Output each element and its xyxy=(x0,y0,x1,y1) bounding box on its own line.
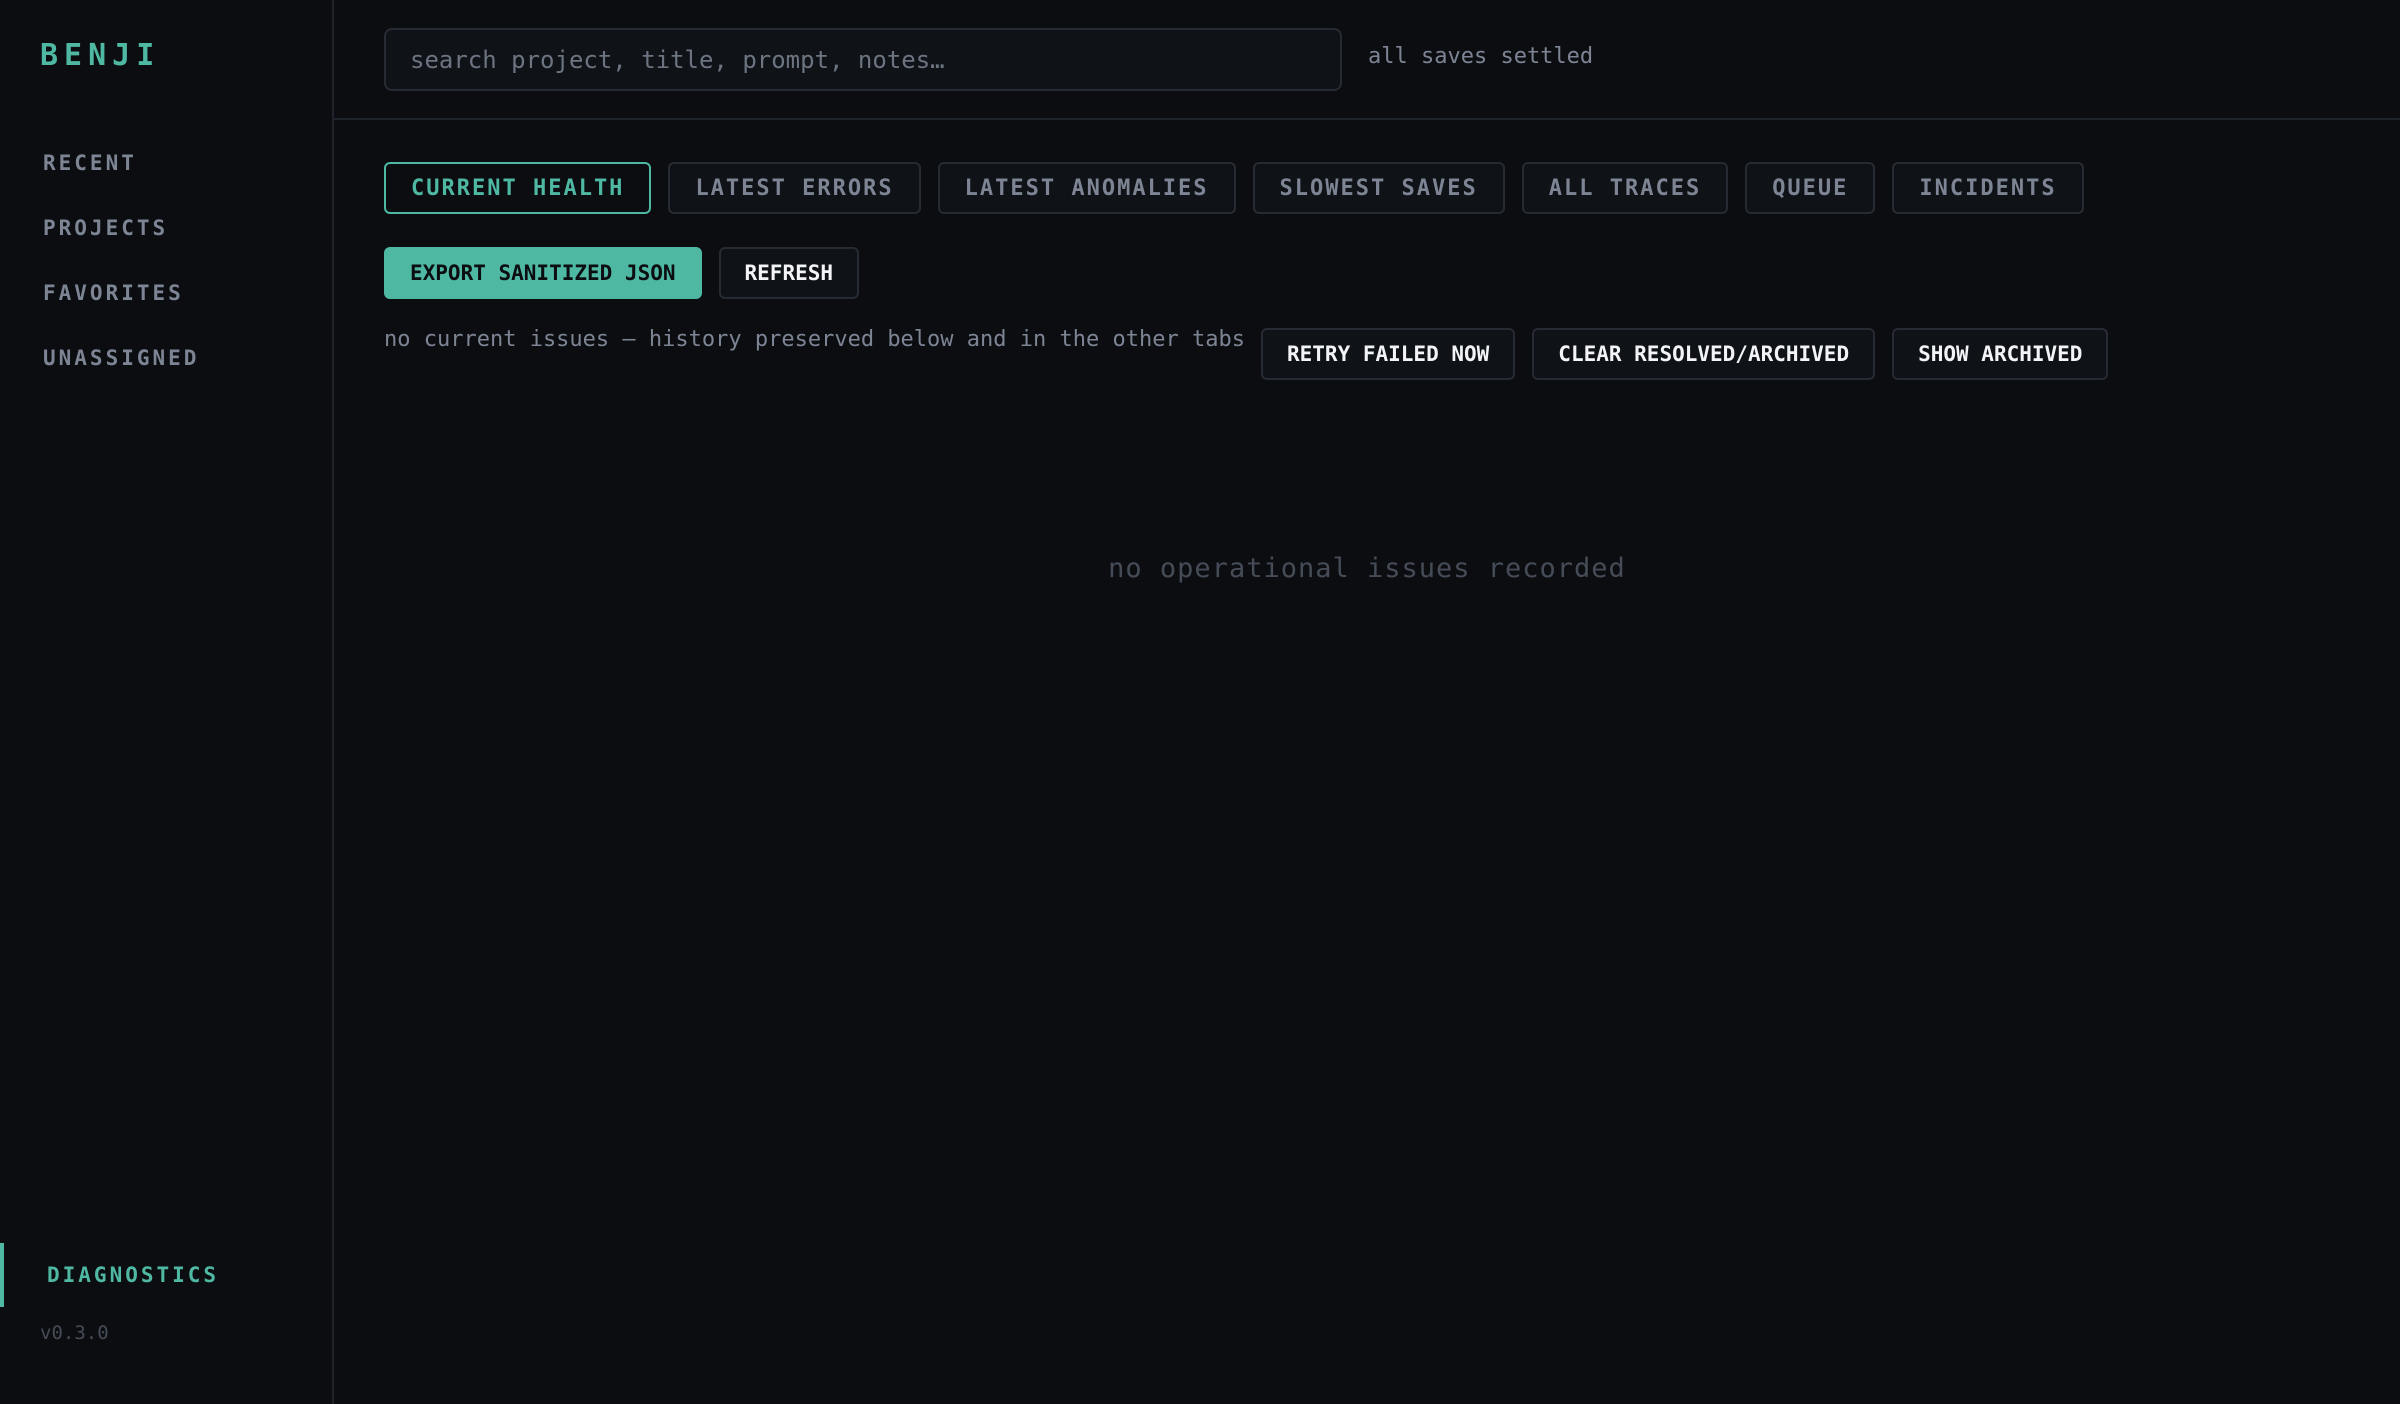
export-sanitized-json-button[interactable]: EXPORT SANITIZED JSON xyxy=(384,247,702,299)
show-archived-button[interactable]: SHOW ARCHIVED xyxy=(1892,328,2109,380)
retry-failed-button[interactable]: RETRY FAILED NOW xyxy=(1261,328,1516,380)
tab-queue[interactable]: QUEUE xyxy=(1745,162,1876,214)
sidebar: BENJI RECENT PROJECTS FAVORITES UNASSIGN… xyxy=(0,0,334,1404)
topbar: all saves settled xyxy=(334,0,2400,120)
diagnostics-actions: EXPORT SANITIZED JSON REFRESH xyxy=(384,247,860,299)
tab-all-traces[interactable]: ALL TRACES xyxy=(1521,162,1729,214)
sidebar-item-diagnostics[interactable]: DIAGNOSTICS xyxy=(0,1243,332,1307)
tab-latest-anomalies[interactable]: LATEST ANOMALIES xyxy=(937,162,1236,214)
sidebar-nav: RECENT PROJECTS FAVORITES UNASSIGNED xyxy=(0,130,332,390)
tab-slowest-saves[interactable]: SLOWEST SAVES xyxy=(1252,162,1505,214)
clear-resolved-button[interactable]: CLEAR RESOLVED/ARCHIVED xyxy=(1532,328,1876,380)
tab-incidents[interactable]: INCIDENTS xyxy=(1892,162,2084,214)
issue-actions: RETRY FAILED NOW CLEAR RESOLVED/ARCHIVED… xyxy=(1261,328,2109,380)
sidebar-item-recent[interactable]: RECENT xyxy=(0,130,332,195)
tab-current-health[interactable]: CURRENT HEALTH xyxy=(384,162,652,214)
tab-latest-errors[interactable]: LATEST ERRORS xyxy=(668,162,921,214)
health-status-message: no current issues — history preserved be… xyxy=(384,327,1245,352)
app-version: v0.3.0 xyxy=(40,1322,109,1344)
empty-state-message: no operational issues recorded xyxy=(1108,553,1626,584)
diagnostics-tabs: CURRENT HEALTH LATEST ERRORS LATEST ANOM… xyxy=(384,162,2084,214)
search-input[interactable] xyxy=(384,28,1342,91)
sidebar-item-projects[interactable]: PROJECTS xyxy=(0,195,332,260)
refresh-button[interactable]: REFRESH xyxy=(718,247,860,299)
sidebar-item-favorites[interactable]: FAVORITES xyxy=(0,260,332,325)
app-logo[interactable]: BENJI xyxy=(40,38,160,73)
sidebar-item-unassigned[interactable]: UNASSIGNED xyxy=(0,325,332,390)
save-status: all saves settled xyxy=(1368,44,1594,69)
